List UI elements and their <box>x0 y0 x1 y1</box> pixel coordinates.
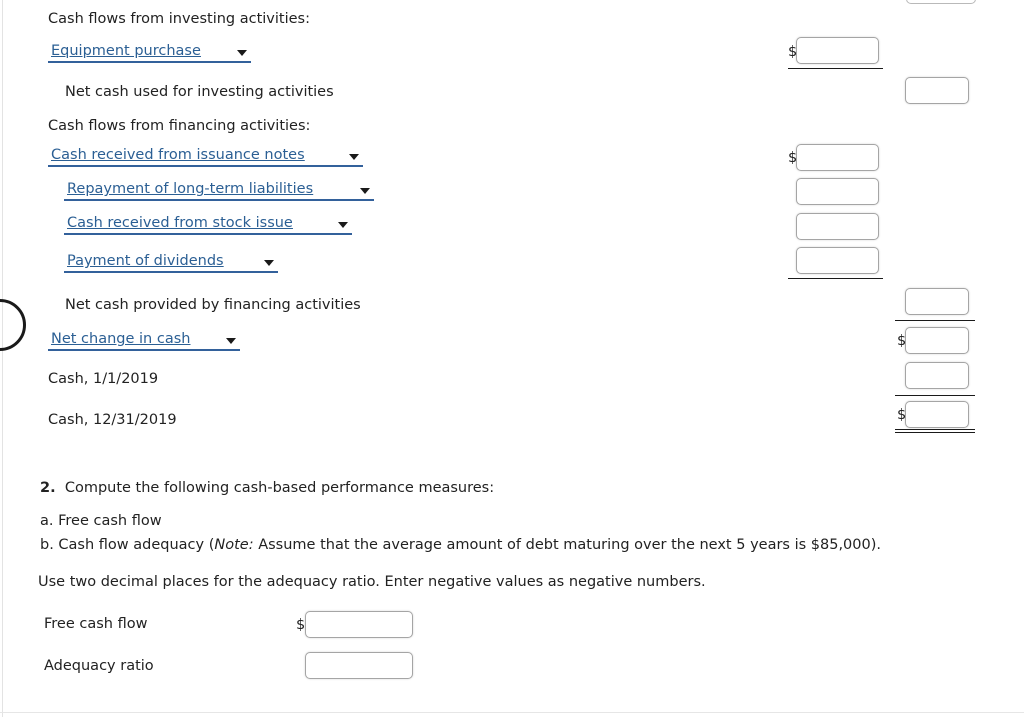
clipped-amount-input-above[interactable] <box>906 0 976 4</box>
question-2-item-b-rest: Assume that the average amount of debt m… <box>253 537 881 553</box>
free-cash-flow-label: Free cash flow <box>44 616 148 632</box>
adequacy-ratio-input[interactable] <box>305 652 413 679</box>
investing-line-item-select-value: Equipment purchase <box>51 43 201 59</box>
net-cash-financing-label: Net cash provided by financing activitie… <box>65 297 361 313</box>
chevron-down-icon <box>264 260 274 266</box>
financing-subtotal-rule <box>788 278 883 279</box>
financing-line-item-select-3-value: Cash received from stock issue <box>67 215 293 231</box>
question-2-item-b-note-label: Note: <box>214 537 254 553</box>
investing-subtotal-rule <box>788 68 883 69</box>
chevron-down-icon <box>338 222 348 228</box>
page-left-border <box>2 0 3 717</box>
financing-line-item-select-4-value: Payment of dividends <box>67 253 224 269</box>
financing-amount-input-3[interactable] <box>796 213 879 240</box>
net-change-in-cash-select-value: Net change in cash <box>51 331 191 347</box>
financing-line-item-select-2-value: Repayment of long-term liabilities <box>67 181 314 197</box>
investing-amount-input[interactable] <box>796 37 879 64</box>
question-2-number: 2. <box>40 480 56 496</box>
net-cash-investing-label: Net cash used for investing activities <box>65 84 334 100</box>
financing-activities-heading: Cash flows from financing activities: <box>48 118 311 134</box>
financing-amount-input-4[interactable] <box>796 247 879 274</box>
question-2-item-b: b. Cash flow adequacy (Note: Assume that… <box>40 538 881 553</box>
free-cash-flow-input[interactable] <box>305 611 413 638</box>
chevron-down-icon <box>237 50 247 56</box>
page-bottom-border <box>0 712 1024 713</box>
financing-amount-input-2[interactable] <box>796 178 879 205</box>
question-2-prompt-text: Compute the following cash-based perform… <box>64 480 495 496</box>
net-financing-total-rule <box>895 320 975 321</box>
adequacy-ratio-label: Adequacy ratio <box>44 658 154 674</box>
financing-line-item-select-1-value: Cash received from issuance notes <box>51 147 305 163</box>
financing-line-item-select-3[interactable]: Cash received from stock issue <box>64 214 352 235</box>
question-2-instruction: Use two decimal places for the adequacy … <box>38 574 706 590</box>
currency-symbol-free-cash-flow: $ <box>296 617 306 633</box>
financing-line-item-select-4[interactable]: Payment of dividends <box>64 252 278 273</box>
financing-amount-input-1[interactable] <box>796 144 879 171</box>
investing-activities-heading: Cash flows from investing activities: <box>48 11 310 27</box>
chevron-down-icon <box>360 188 370 194</box>
financing-line-item-select-2[interactable]: Repayment of long-term liabilities <box>64 180 374 201</box>
question-2-prompt: 2. Compute the following cash-based perf… <box>40 481 494 496</box>
chevron-down-icon <box>349 154 359 160</box>
cash-beginning-label: Cash, 1/1/2019 <box>48 371 159 387</box>
net-change-in-cash-select[interactable]: Net change in cash <box>48 330 240 351</box>
cash-ending-label: Cash, 12/31/2019 <box>48 412 177 428</box>
net-cash-financing-amount-input[interactable] <box>905 288 969 315</box>
question-2-item-b-prefix: b. Cash flow adequacy ( <box>40 537 215 553</box>
net-cash-investing-amount-input[interactable] <box>905 77 969 104</box>
cash-ending-amount-input[interactable] <box>905 401 969 428</box>
question-2-item-a: a. Free cash flow <box>40 513 162 529</box>
cash-ending-double-rule <box>895 429 975 433</box>
financing-line-item-select-1[interactable]: Cash received from issuance notes <box>48 146 363 167</box>
net-change-in-cash-amount-input[interactable] <box>905 327 969 354</box>
cash-beginning-amount-input[interactable] <box>905 362 969 389</box>
cash-end-top-rule <box>895 395 975 396</box>
margin-annotation-circle <box>0 299 26 351</box>
chevron-down-icon <box>226 338 236 344</box>
investing-line-item-select[interactable]: Equipment purchase <box>48 42 251 63</box>
